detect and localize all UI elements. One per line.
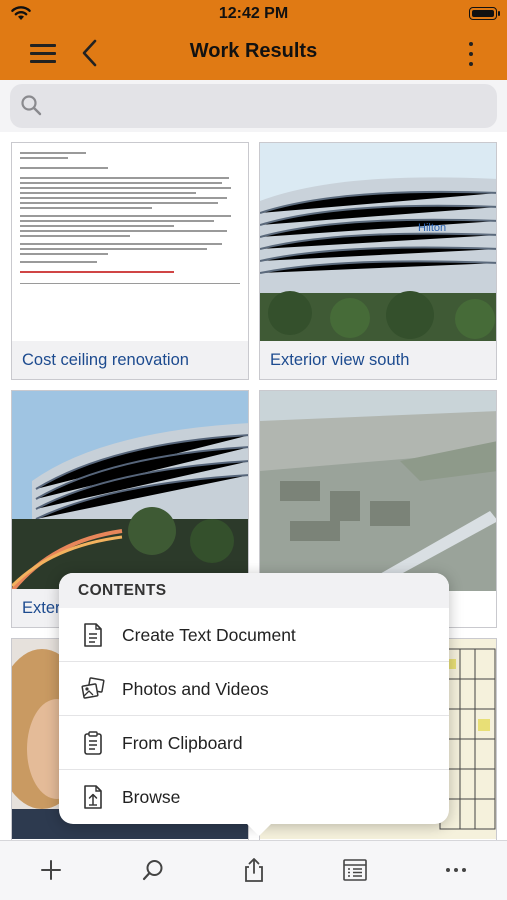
list-view-icon[interactable] xyxy=(342,857,368,883)
photos-icon xyxy=(81,677,105,699)
building-night-photo-thumbnail xyxy=(12,391,248,591)
result-tile-cost-ceiling[interactable]: Cost ceiling renovation xyxy=(11,142,249,380)
battery-icon xyxy=(469,7,500,20)
more-vertical-icon[interactable] xyxy=(465,40,477,68)
nav-bar: Work Results xyxy=(0,28,507,80)
page-title: Work Results xyxy=(189,40,318,62)
tile-caption: Exterior view south xyxy=(260,341,496,379)
result-tile-exterior-south[interactable]: Hilton Exterior view south xyxy=(259,142,497,380)
search-input[interactable] xyxy=(50,84,487,128)
aerial-photo-thumbnail xyxy=(260,391,496,591)
browse-file-icon xyxy=(84,785,102,809)
clipboard-icon xyxy=(84,731,102,755)
contents-popup: CONTENTS Create Text Document Photos and… xyxy=(59,573,449,836)
menu-item-label: From Clipboard xyxy=(122,733,243,753)
building-photo-thumbnail: Hilton xyxy=(260,143,496,343)
menu-item-label: Create Text Document xyxy=(122,625,296,645)
menu-item-from-clipboard[interactable]: From Clipboard xyxy=(59,716,449,770)
document-thumbnail xyxy=(12,143,248,343)
tile-caption: Cost ceiling renovation xyxy=(12,341,248,379)
menu-item-photos-and-videos[interactable]: Photos and Videos xyxy=(59,662,449,716)
document-icon xyxy=(84,623,102,647)
search-icon xyxy=(21,95,42,116)
svg-text:Hilton: Hilton xyxy=(418,222,446,234)
status-time: 12:42 PM xyxy=(218,5,289,22)
share-icon[interactable] xyxy=(241,857,267,883)
menu-item-label: Photos and Videos xyxy=(122,679,269,699)
menu-item-browse[interactable]: Browse xyxy=(59,770,449,824)
top-bar: 12:42 PM Work Results xyxy=(0,0,507,80)
menu-item-label: Browse xyxy=(122,787,181,807)
popup-header: CONTENTS xyxy=(59,573,449,608)
menu-item-create-text-document[interactable]: Create Text Document xyxy=(59,608,449,662)
search-bar xyxy=(0,80,507,132)
search-icon[interactable] xyxy=(140,857,166,883)
search-box[interactable] xyxy=(10,84,497,128)
status-bar: 12:42 PM xyxy=(0,0,507,28)
more-icon[interactable] xyxy=(443,857,469,883)
add-icon[interactable] xyxy=(38,857,64,883)
bottom-toolbar xyxy=(0,840,507,900)
